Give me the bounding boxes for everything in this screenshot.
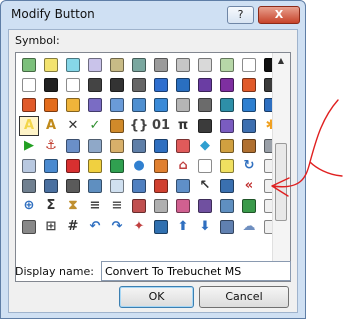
red-annotation-arrow (271, 99, 343, 197)
